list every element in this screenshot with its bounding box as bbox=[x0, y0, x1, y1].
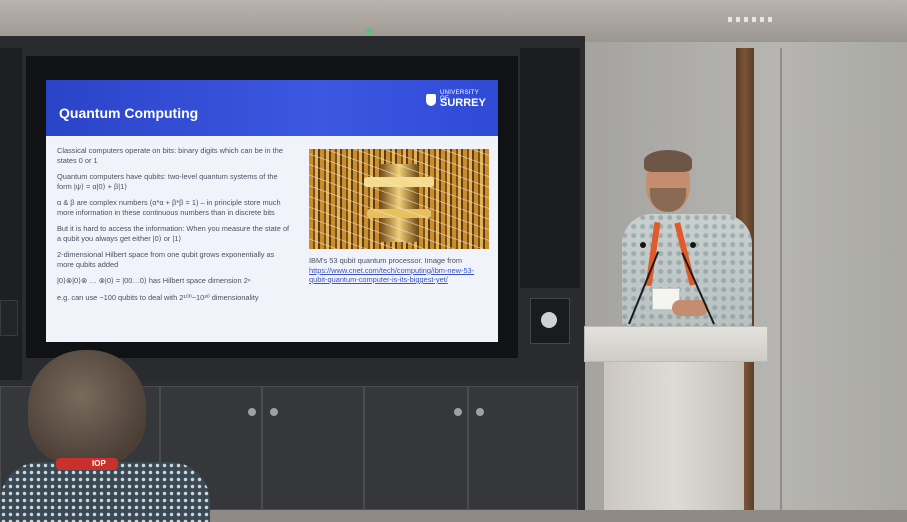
cabinet-door bbox=[262, 386, 364, 510]
university-crest-icon bbox=[426, 94, 436, 106]
slide-paragraph: e.g. can use ~100 qubits to deal with 2¹… bbox=[57, 292, 259, 302]
cabinet-knob bbox=[248, 408, 256, 416]
audience-lanyard: IOP bbox=[56, 458, 118, 470]
cabinet-knob bbox=[476, 408, 484, 416]
quantum-processor-photo bbox=[309, 149, 489, 249]
slide-body: Classical computers operate on bits: bin… bbox=[57, 146, 293, 309]
lectern bbox=[584, 326, 768, 510]
microphone-head bbox=[690, 242, 696, 248]
caption-link[interactable]: https://www.cnet.com/tech/computing/ibm-… bbox=[309, 266, 474, 285]
caption-text: IBM's 53 qubit quantum processor. Image … bbox=[309, 256, 462, 265]
camera-lens bbox=[541, 312, 557, 328]
slide-paragraph: But it is hard to access the information… bbox=[57, 224, 290, 243]
slide-paragraph: α & β are complex numbers (α*α + β*β = 1… bbox=[57, 198, 281, 217]
right-side-panel bbox=[520, 48, 580, 288]
cabinet-knob bbox=[454, 408, 462, 416]
processor-cables bbox=[309, 149, 489, 249]
cabinet-knob bbox=[270, 408, 278, 416]
audience-lanyard-text: IOP bbox=[92, 459, 106, 468]
slide-header: Quantum Computing UNIVERSITY OF SURREY bbox=[46, 80, 498, 136]
microphone-head bbox=[640, 242, 646, 248]
slide-title: Quantum Computing bbox=[59, 105, 199, 121]
wall-speaker bbox=[0, 300, 18, 336]
cabinet-door bbox=[468, 386, 578, 510]
wall-seam bbox=[780, 48, 782, 510]
audience-member-shirt bbox=[0, 462, 210, 522]
status-led bbox=[366, 29, 372, 33]
presenter-hair bbox=[644, 150, 692, 172]
image-caption: IBM's 53 qubit quantum processor. Image … bbox=[309, 256, 489, 285]
cabinet-door bbox=[364, 386, 468, 510]
lectern-body bbox=[604, 362, 744, 510]
ceiling-light bbox=[728, 17, 776, 22]
slide-paragraph: Quantum computers have qubits: two-level… bbox=[57, 172, 278, 191]
presentation-slide: Quantum Computing UNIVERSITY OF SURREY C… bbox=[46, 80, 498, 342]
university-logo: UNIVERSITY OF SURREY bbox=[426, 90, 488, 112]
lectern-top bbox=[584, 326, 768, 362]
slide-paragraph: 2-dimensional Hilbert space from one qub… bbox=[57, 250, 275, 269]
audience-member-head bbox=[28, 350, 146, 466]
slide-paragraph: Classical computers operate on bits: bin… bbox=[57, 146, 283, 165]
logo-big-text: SURREY bbox=[440, 97, 486, 109]
slide-paragraph: |0⟩⊗|0⟩⊗ … ⊗|0⟩ = |00…0⟩ has Hilbert spa… bbox=[57, 276, 251, 285]
